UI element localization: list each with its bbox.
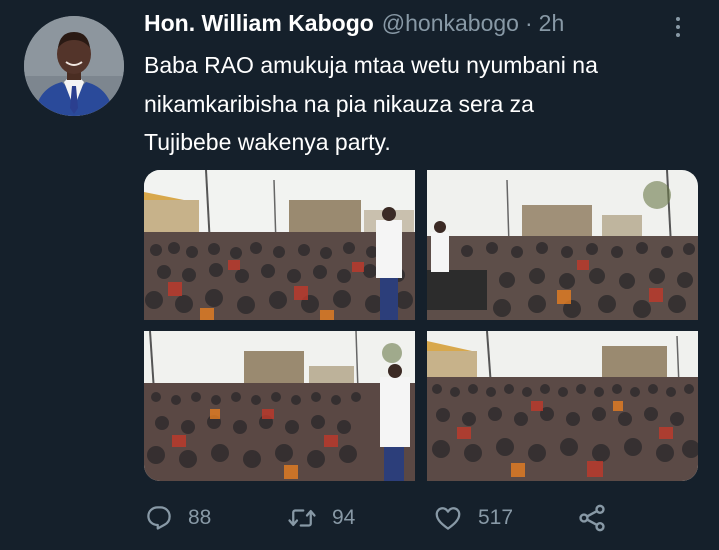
heart-icon bbox=[435, 507, 461, 530]
separator-dot: · bbox=[524, 10, 533, 36]
rally-photo-4[interactable] bbox=[427, 331, 698, 481]
handle[interactable]: @honkabogo bbox=[382, 10, 519, 37]
share-button[interactable] bbox=[576, 500, 608, 536]
share-icon bbox=[579, 504, 605, 532]
reply-button[interactable]: 88 bbox=[144, 500, 211, 536]
tweet: Hon. William Kabogo @honkabogo · 2h Baba… bbox=[0, 0, 719, 550]
retweet-button[interactable]: 94 bbox=[286, 500, 355, 536]
action-bar: 88 94 517 bbox=[144, 500, 624, 536]
reply-count: 88 bbox=[188, 506, 212, 529]
tweet-text: Baba RAO amukuja mtaa wetu nyumbani na n… bbox=[144, 46, 700, 162]
retweet-icon bbox=[288, 509, 316, 527]
display-name[interactable]: Hon. William Kabogo bbox=[144, 10, 374, 37]
tweet-text-line: Baba RAO amukuja mtaa wetu nyumbani na bbox=[144, 52, 598, 78]
like-count: 517 bbox=[478, 506, 514, 529]
tweet-header: Hon. William Kabogo @honkabogo · 2h bbox=[144, 10, 564, 42]
photo-grid bbox=[144, 170, 698, 481]
rally-photo-2[interactable] bbox=[427, 170, 698, 320]
tweet-text-line: nikamkaribisha na pia nikauza sera za bbox=[144, 90, 534, 117]
timestamp[interactable]: 2h bbox=[539, 10, 565, 37]
retweet-count: 94 bbox=[332, 506, 356, 529]
rally-photo-1[interactable] bbox=[144, 170, 415, 320]
tweet-text-line: Tujibebe wakenya party. bbox=[144, 129, 391, 155]
avatar[interactable] bbox=[24, 16, 124, 116]
like-button[interactable]: 517 bbox=[432, 500, 513, 536]
more-options-icon[interactable] bbox=[664, 12, 692, 42]
reply-icon bbox=[147, 506, 171, 530]
rally-photo-3[interactable] bbox=[144, 331, 415, 481]
